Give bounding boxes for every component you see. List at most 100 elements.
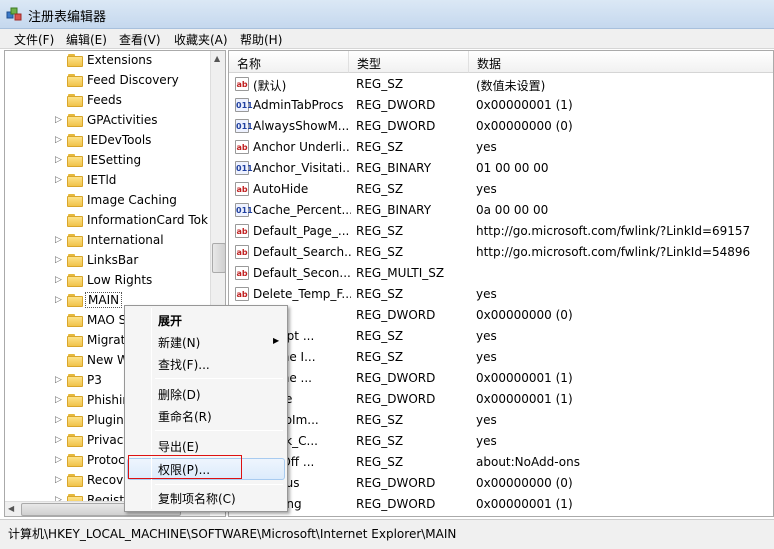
expand-arrow-icon[interactable]: ▷ [55, 375, 62, 385]
menu-favorites[interactable]: 收藏夹(A) [174, 31, 228, 48]
tree-item[interactable]: ▷ LinksBar [5, 251, 211, 271]
tree-item[interactable]: Image Caching [5, 191, 211, 211]
value-row[interactable]: ab (默认) REG_SZ (数值未设置) [229, 74, 773, 95]
value-row[interactable]: abions Off ...REG_SZabout:NoAdd-ons [229, 452, 773, 473]
expand-arrow-icon[interactable]: ▷ [55, 435, 62, 445]
string-value-icon: ab [235, 245, 249, 259]
value-data: yes [476, 413, 497, 427]
expand-arrow-icon[interactable]: ▷ [55, 115, 62, 125]
value-row[interactable]: 011 AlwaysShowM... REG_DWORD 0x00000000 (0) [229, 116, 773, 137]
value-row[interactable]: ab Anchor Underli... REG_SZ yes [229, 137, 773, 158]
value-row[interactable]: 011 AdminTabProcs REG_DWORD 0x00000001 (1) [229, 95, 773, 116]
menu-edit[interactable]: 编辑(E) [66, 31, 107, 48]
value-row[interactable]: 011GDIPlusREG_DWORD0x00000000 (0) [229, 473, 773, 494]
value-row[interactable]: abe AutoIm...REG_SZyes [229, 410, 773, 431]
tree-item-label: New W [87, 353, 129, 367]
menu-file[interactable]: 文件(F) [14, 31, 54, 48]
tree-item[interactable]: ▷ IEDevTools [5, 131, 211, 151]
value-row[interactable]: ab AutoHide REG_SZ yes [229, 179, 773, 200]
expand-arrow-icon[interactable]: ▷ [55, 155, 62, 165]
expand-arrow-icon[interactable]: ▷ [55, 275, 62, 285]
expand-arrow-icon[interactable]: ▷ [55, 295, 62, 305]
scrollbar-thumb[interactable] [212, 243, 225, 273]
column-header-name[interactable]: 名称 [229, 51, 349, 73]
column-header-type[interactable]: 类型 [349, 51, 469, 73]
value-row[interactable]: 011torageREG_DWORD0x00000001 (1) [229, 389, 773, 410]
menu-view[interactable]: 查看(V) [119, 31, 161, 48]
value-type: REG_BINARY [356, 161, 432, 175]
folder-icon [67, 174, 83, 187]
value-type: REG_SZ [356, 455, 404, 469]
tree-item[interactable]: Feed Discovery [5, 71, 211, 91]
ctx-export[interactable]: 导出(E) [158, 438, 199, 455]
expand-arrow-icon[interactable]: ▷ [55, 175, 62, 185]
ctx-copy-key-name[interactable]: 复制项名称(C) [158, 490, 236, 507]
expand-arrow-icon[interactable]: ▷ [55, 415, 62, 425]
tree-item-label: IETld [87, 173, 117, 187]
tree-item[interactable]: Extensions [5, 51, 211, 71]
expand-arrow-icon[interactable]: ▷ [55, 255, 62, 265]
value-row[interactable]: 011MergingREG_DWORD0x00000001 (1) [229, 494, 773, 515]
tree-item[interactable]: ▷ IETld [5, 171, 211, 191]
tree-item[interactable]: ▷ International [5, 231, 211, 251]
tree-item[interactable]: ▷ IESetting [5, 151, 211, 171]
expand-arrow-icon[interactable]: ▷ [55, 135, 62, 145]
scroll-up-arrow-icon[interactable]: ▲ [214, 54, 220, 63]
value-row[interactable]: 011 Cache_Percent... REG_BINARY 0a 00 00 00 [229, 200, 773, 221]
value-row[interactable]: abe_Disk_C...REG_SZyes [229, 431, 773, 452]
string-value-icon: ab [235, 182, 249, 196]
ctx-rename[interactable]: 重命名(R) [158, 408, 212, 425]
folder-icon [67, 474, 83, 487]
value-data: 0x00000001 (1) [476, 98, 573, 112]
tree-item[interactable]: ▷ Low Rights [5, 271, 211, 291]
value-row[interactable]: ab Delete_Temp_F... REG_SZ yes [229, 284, 773, 305]
value-row[interactable]: 011fREG_DWORD0x00000000 (0) [229, 305, 773, 326]
value-type: REG_SZ [356, 434, 404, 448]
folder-icon [67, 334, 83, 347]
ctx-find[interactable]: 查找(F)... [158, 356, 210, 373]
ctx-delete[interactable]: 删除(D) [158, 386, 201, 403]
folder-icon [67, 394, 83, 407]
tree-item-label: Low Rights [87, 273, 153, 287]
value-row[interactable]: aby Inline I...REG_SZyes [229, 347, 773, 368]
value-type: REG_DWORD [356, 98, 436, 112]
tree-item-label: Feeds [87, 93, 122, 107]
expand-arrow-icon[interactable]: ▷ [55, 235, 62, 245]
expand-arrow-icon[interactable]: ▷ [55, 475, 62, 485]
scroll-left-arrow-icon[interactable]: ◀ [8, 504, 14, 513]
registry-values-list[interactable]: 名称 类型 数据 ab (默认) REG_SZ (数值未设置) 011 AdminTabP… [228, 50, 774, 517]
value-name: AutoHide [253, 182, 309, 196]
value-data: yes [476, 182, 497, 196]
folder-icon [67, 294, 83, 307]
value-data: 0x00000001 (1) [476, 392, 573, 406]
value-row[interactable]: ab Default_Search... REG_SZ http://go.micro… [229, 242, 773, 263]
value-row[interactable]: ab Default_Secon... REG_MULTI_SZ [229, 263, 773, 284]
value-type: REG_SZ [356, 182, 404, 196]
tree-item[interactable]: Feeds [5, 91, 211, 111]
tree-item[interactable]: InformationCard Tok [5, 211, 211, 231]
value-data: http://go.microsoft.com/fwlink/?LinkId=5… [476, 245, 751, 259]
folder-icon [67, 214, 83, 227]
value-type: REG_SZ [356, 224, 404, 238]
folder-icon [67, 74, 83, 87]
tree-item[interactable]: ▷ GPActivities [5, 111, 211, 131]
tree-item-label: Recov [87, 473, 124, 487]
value-type: REG_SZ [356, 350, 404, 364]
column-header-data[interactable]: 数据 [469, 51, 773, 73]
ctx-new[interactable]: 新建(N) [158, 334, 200, 351]
expand-arrow-icon[interactable]: ▷ [55, 455, 62, 465]
value-name: Default_Page_... [253, 224, 350, 238]
value-row[interactable]: abe Script ...REG_SZyes [229, 326, 773, 347]
value-name: AlwaysShowM... [253, 119, 350, 133]
value-row[interactable]: 011 Anchor_Visitati... REG_BINARY 01 00 00 … [229, 158, 773, 179]
value-data: 01 00 00 00 [476, 161, 549, 175]
value-row[interactable]: ab Default_Page_... REG_SZ http://go.micros… [229, 221, 773, 242]
value-data: yes [476, 329, 497, 343]
ctx-expand[interactable]: 展开 [158, 312, 182, 329]
menu-help[interactable]: 帮助(H) [240, 31, 282, 48]
value-name: (默认) [253, 79, 287, 93]
value-type: REG_SZ [356, 140, 404, 154]
value-data: (数值未设置) [476, 79, 546, 93]
value-row[interactable]: 011y Inline ...REG_DWORD0x00000001 (1) [229, 368, 773, 389]
expand-arrow-icon[interactable]: ▷ [55, 395, 62, 405]
